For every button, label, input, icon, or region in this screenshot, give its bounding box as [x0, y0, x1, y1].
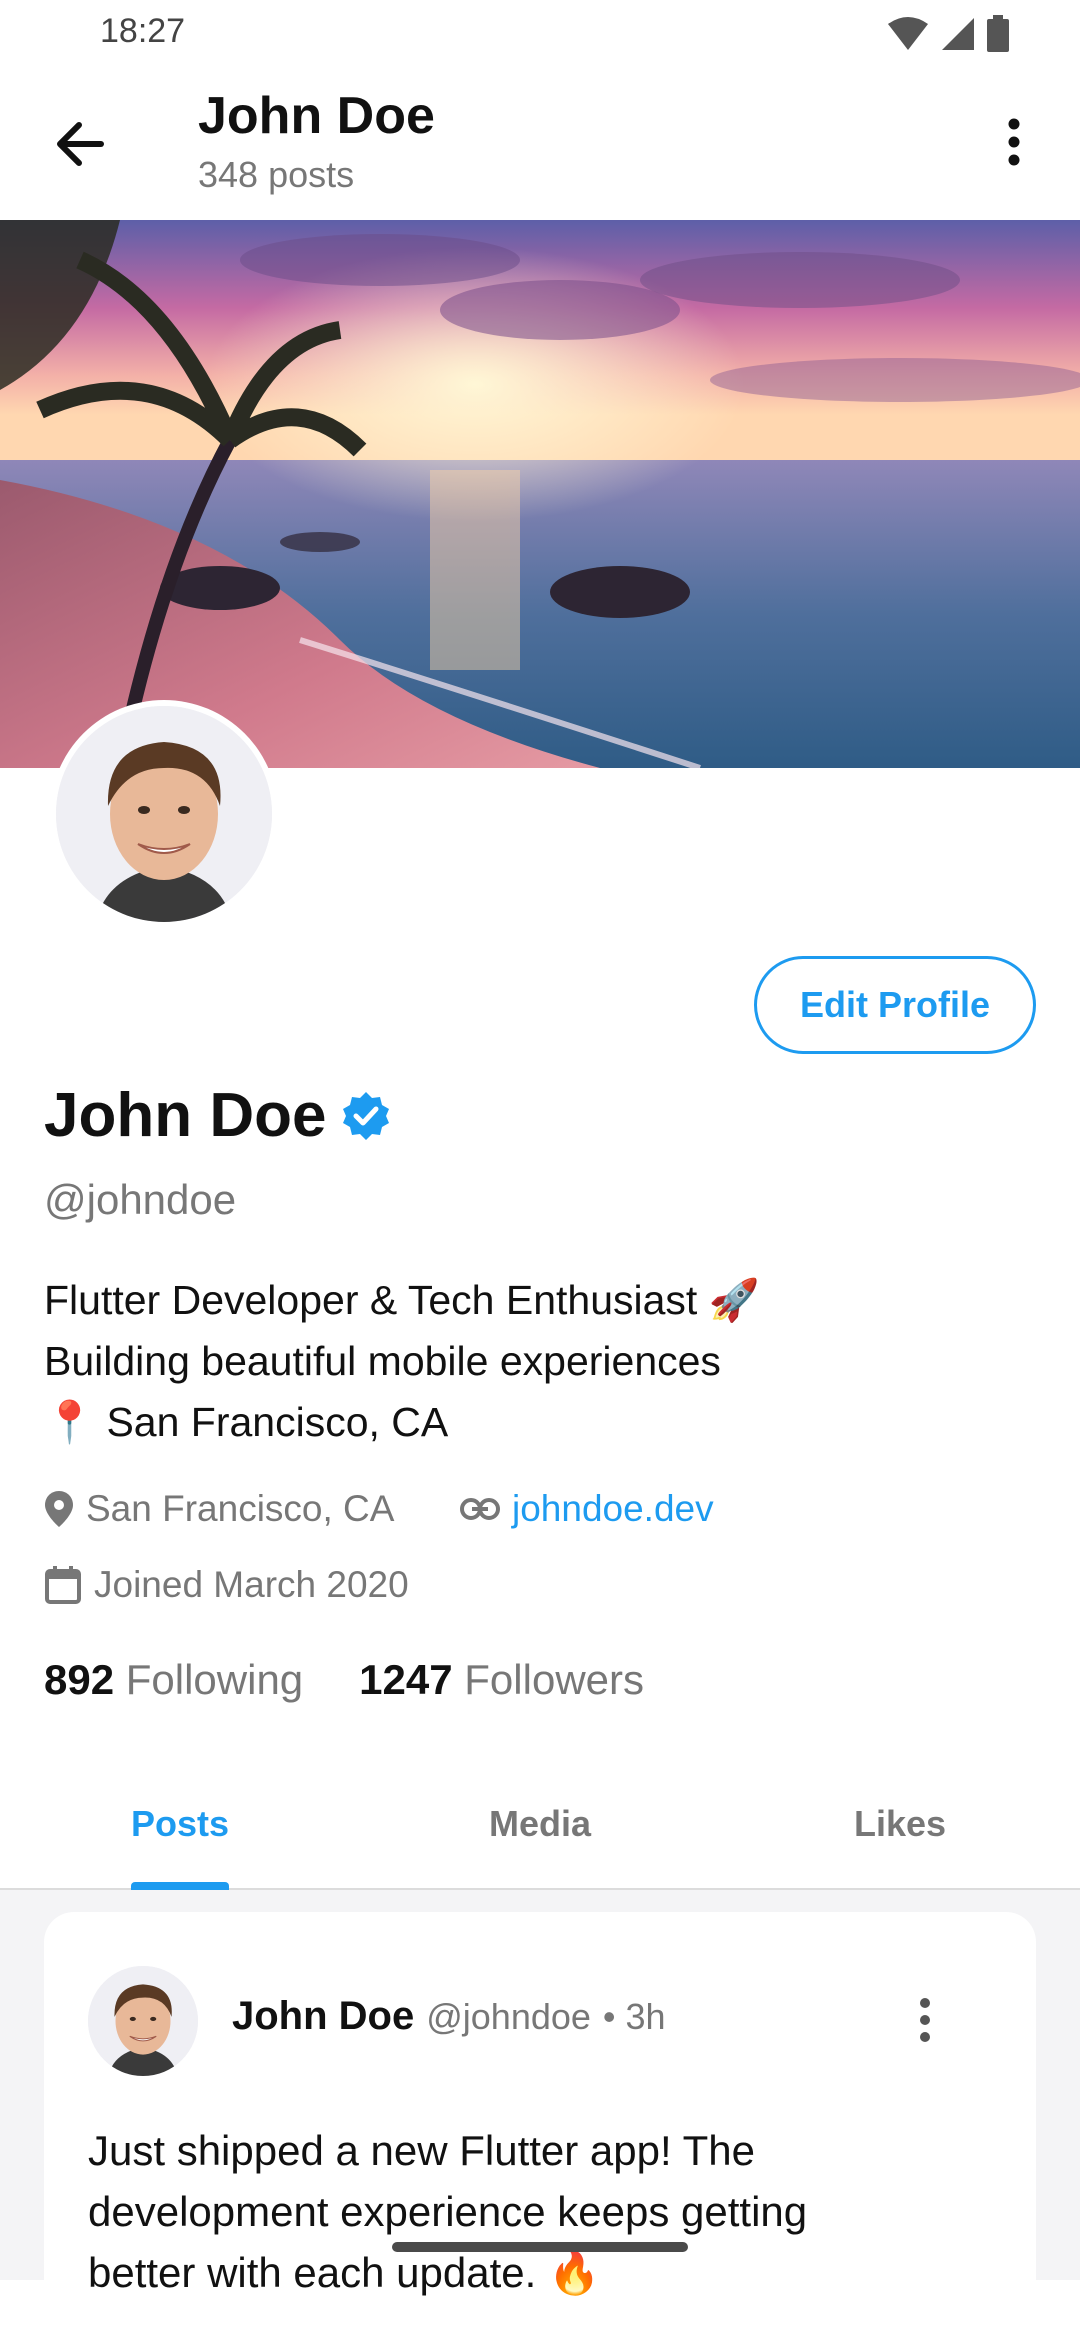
profile-avatar[interactable] — [50, 700, 278, 928]
appbar-title: John Doe — [198, 87, 435, 145]
more-vert-icon — [1008, 118, 1020, 166]
location-text: San Francisco, CA — [86, 1488, 395, 1529]
post-header: John Doe @johndoe • 3h — [232, 1994, 666, 2039]
post-text-line: Just shipped a new Flutter app! The — [88, 2127, 755, 2174]
edit-profile-button[interactable]: Edit Profile — [754, 956, 1036, 1054]
post-author-name[interactable]: John Doe — [232, 1994, 414, 2039]
post-author-avatar[interactable] — [88, 1966, 198, 2076]
profile-location: San Francisco, CA — [44, 1488, 394, 1530]
followers-label: Followers — [464, 1656, 644, 1703]
post-more-button[interactable] — [900, 1990, 950, 2050]
location-pin-icon — [45, 1491, 73, 1527]
follow-stats: 892 Following 1247 Followers — [44, 1656, 644, 1704]
arrow-back-icon — [57, 122, 104, 166]
more-vert-icon — [920, 1998, 930, 2042]
tab-media[interactable]: Media — [360, 1760, 720, 1888]
following-label: Following — [125, 1656, 304, 1703]
website-link[interactable]: johndoe.dev — [512, 1488, 714, 1530]
post-text: Just shipped a new Flutter app! The deve… — [88, 2120, 988, 2303]
battery-icon — [987, 15, 1009, 52]
tab-likes[interactable]: Likes — [720, 1760, 1080, 1888]
bio-line: 📍 San Francisco, CA — [44, 1399, 449, 1445]
followers-count: 1247 — [359, 1656, 453, 1703]
profile-name: John Doe — [44, 1081, 327, 1150]
post-author-handle: @johndoe — [426, 1996, 591, 2037]
post-time: • 3h — [602, 1996, 666, 2037]
profile-tabs: Posts Media Likes — [0, 1760, 1080, 1890]
cover-image — [0, 220, 1080, 768]
bio-line: Building beautiful mobile experiences — [44, 1338, 721, 1384]
status-icons — [886, 14, 1010, 54]
profile-handle: @johndoe — [44, 1176, 237, 1223]
more-options-button[interactable] — [984, 112, 1044, 172]
profile-website[interactable]: johndoe.dev — [460, 1488, 714, 1530]
profile-name-row: John Doe — [44, 1080, 392, 1151]
back-button[interactable] — [40, 104, 120, 184]
calendar-icon — [45, 1566, 81, 1604]
home-indicator[interactable] — [392, 2242, 688, 2252]
post-text-line: development experience keeps getting — [88, 2188, 808, 2235]
link-icon — [460, 1498, 500, 1520]
followers-stat[interactable]: 1247 Followers — [359, 1656, 644, 1704]
following-count: 892 — [44, 1656, 115, 1703]
following-stat[interactable]: 892 Following — [44, 1656, 303, 1704]
tab-posts[interactable]: Posts — [0, 1760, 360, 1888]
verified-badge-icon — [343, 1091, 390, 1140]
wifi-icon — [888, 17, 928, 50]
bio-line: Flutter Developer & Tech Enthusiast 🚀 — [44, 1277, 760, 1323]
signal-icon — [942, 18, 974, 50]
status-time: 18:27 — [100, 12, 186, 50]
profile-bio: Flutter Developer & Tech Enthusiast 🚀 Bu… — [44, 1270, 1044, 1453]
appbar-post-count: 348 posts — [198, 154, 355, 195]
profile-joined: Joined March 2020 — [44, 1564, 409, 1606]
joined-text: Joined March 2020 — [94, 1564, 409, 1605]
